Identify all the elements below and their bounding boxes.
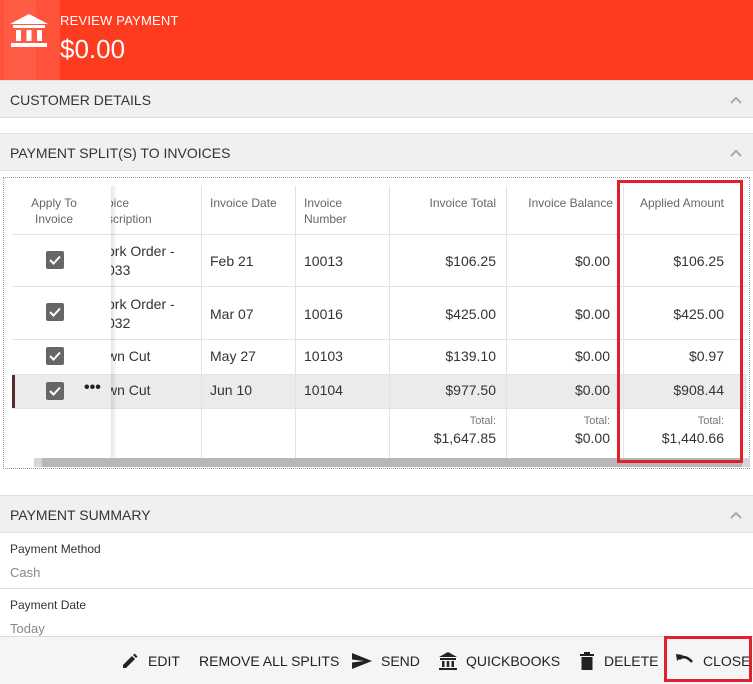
cell-date: Jun 10 [210,382,253,398]
trash-icon [580,652,594,670]
column-divider [201,186,202,458]
cell-number: 10104 [304,382,343,398]
cell-number: 10103 [304,348,343,364]
bottom-toolbar: EDIT REMOVE ALL SPLITS SEND QUICKBOOKS D… [0,636,753,684]
chevron-up-icon[interactable] [729,146,743,160]
close-button-highlight [664,636,752,682]
cell-description: ork Order -032 [107,296,175,331]
section-title: PAYMENT SUMMARY [10,507,151,523]
cell-balance: $0.00 [574,306,610,322]
cell-balance: $0.00 [574,253,610,269]
quickbooks-button[interactable]: QUICKBOOKS [438,637,560,684]
column-divider [389,186,390,458]
apply-checkbox[interactable] [46,347,64,365]
cell-total: $106.25 [445,253,496,269]
more-actions-button[interactable]: ••• [84,379,101,397]
header-invoice-number[interactable]: Invoice Number [304,195,347,227]
page-header: REVIEW PAYMENT $0.00 [0,0,753,80]
header-invoice-total[interactable]: Invoice Total [392,195,497,211]
payment-method-value: Cash [10,565,41,580]
check-icon [49,255,61,265]
cell-total: $977.50 [445,382,496,398]
payment-amount: $0.00 [60,34,126,64]
section-payment-splits[interactable]: PAYMENT SPLIT(S) TO INVOICES [0,133,753,171]
total-label: Total: [583,415,610,427]
payment-method-label: Payment Method [10,542,101,556]
section-title: CUSTOMER DETAILS [10,92,152,108]
delete-button[interactable]: DELETE [578,637,658,684]
selected-row-indicator [12,374,15,408]
header-invoice-balance[interactable]: Invoice Balance [509,195,613,211]
total-invoice-total: $1,647.85 [433,430,496,446]
page-title: REVIEW PAYMENT [60,13,179,28]
cell-total: $139.10 [445,348,496,364]
field-divider [0,588,753,589]
check-icon [49,351,61,361]
cell-date: Feb 21 [210,253,254,269]
column-divider [295,186,296,458]
frozen-column-shadow [111,186,117,458]
cell-number: 10016 [304,306,343,322]
cell-date: Mar 07 [210,306,254,322]
edit-button[interactable]: EDIT [120,637,180,684]
chevron-up-icon[interactable] [729,93,743,107]
apply-checkbox[interactable] [46,303,64,321]
cell-balance: $0.00 [574,348,610,364]
row-divider [12,286,111,287]
payment-date-label: Payment Date [10,598,87,612]
bank-icon [439,652,457,670]
row-divider [12,339,111,340]
cell-balance: $0.00 [574,382,610,398]
payment-date-value: Today [10,621,45,636]
cell-date: May 27 [210,348,256,364]
cell-description: ork Order -033 [107,243,175,278]
apply-checkbox[interactable] [46,251,64,269]
apply-checkbox[interactable] [46,382,64,400]
send-button[interactable]: SEND [351,637,420,684]
row-divider [12,234,111,235]
chevron-up-icon[interactable] [729,508,743,522]
section-customer-details[interactable]: CUSTOMER DETAILS [0,80,753,118]
pencil-icon [123,653,138,668]
bank-icon [10,14,48,47]
row-divider [12,374,111,375]
column-divider [506,186,507,458]
check-icon [49,307,61,317]
total-label: Total: [469,415,496,427]
send-icon [352,653,372,669]
section-payment-summary[interactable]: PAYMENT SUMMARY [0,495,753,533]
header-invoice-date[interactable]: Invoice Date [210,195,277,211]
check-icon [49,386,61,396]
cell-number: 10013 [304,253,343,269]
section-title: PAYMENT SPLIT(S) TO INVOICES [10,145,231,161]
remove-all-splits-button[interactable]: REMOVE ALL SPLITS [199,637,339,684]
cell-total: $425.00 [445,306,496,322]
header-apply-to-invoice[interactable]: Apply To Invoice [20,195,88,227]
applied-amount-highlight [617,180,743,463]
total-invoice-balance: $0.00 [574,430,610,446]
row-divider [12,408,111,409]
